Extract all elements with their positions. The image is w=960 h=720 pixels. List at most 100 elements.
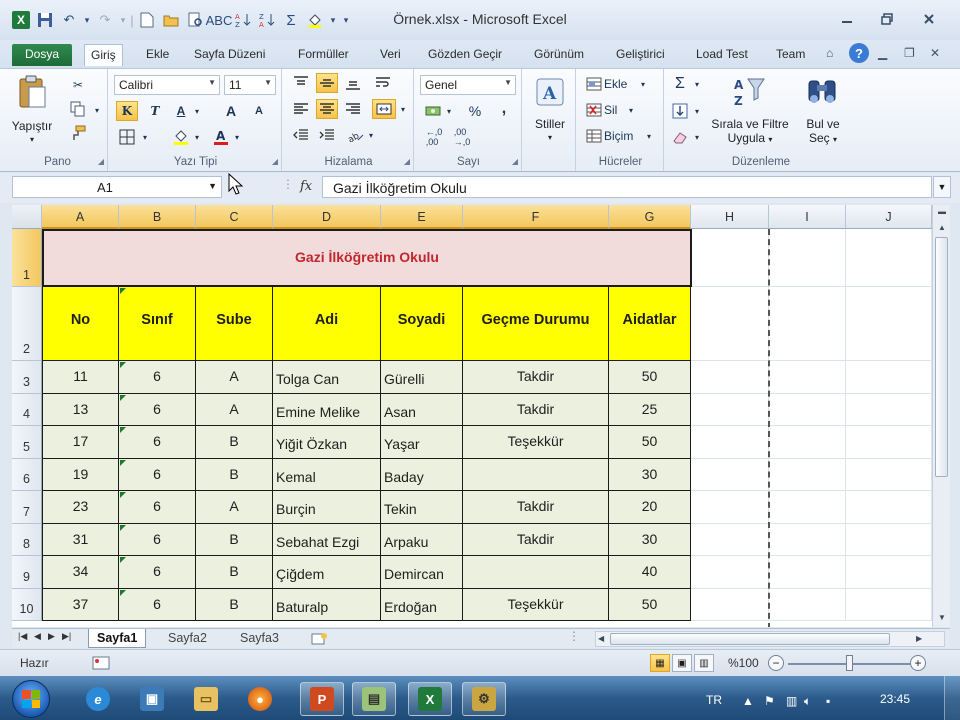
tab-data[interactable]: Veri xyxy=(374,44,407,66)
select-all-corner[interactable] xyxy=(12,205,42,229)
copy-icon[interactable] xyxy=(66,99,90,119)
cell-no[interactable]: 11 xyxy=(42,361,119,394)
empty-cell[interactable] xyxy=(691,588,769,621)
macro-record-icon[interactable] xyxy=(92,655,112,671)
network-icon[interactable]: ▥ xyxy=(786,694,797,708)
font-launcher-icon[interactable]: ◢ xyxy=(272,157,278,166)
delete-cells-icon[interactable] xyxy=(584,101,604,119)
empty-cell[interactable] xyxy=(769,556,846,589)
tab-home[interactable]: Giriş xyxy=(84,44,123,66)
cell-sinif[interactable]: 6 xyxy=(119,588,196,621)
cell-no[interactable]: 34 xyxy=(42,556,119,589)
cell-no[interactable]: 13 xyxy=(42,393,119,426)
paste-icon[interactable] xyxy=(12,73,52,113)
format-dropdown-icon[interactable]: ▾ xyxy=(644,130,654,142)
column-header[interactable]: G xyxy=(609,205,691,229)
cell-sube[interactable]: A xyxy=(196,361,273,394)
cell-no[interactable]: 37 xyxy=(42,588,119,621)
find-select-label[interactable]: Bul ve xyxy=(798,117,848,131)
column-header[interactable]: E xyxy=(381,205,463,229)
italic-button[interactable]: T xyxy=(144,101,166,121)
grow-font-button[interactable]: A xyxy=(220,101,242,121)
row-header[interactable]: 10 xyxy=(12,588,42,621)
align-right-icon[interactable] xyxy=(342,99,364,119)
insert-function-button[interactable]: fx xyxy=(300,179,312,194)
cell-sube[interactable]: A xyxy=(196,393,273,426)
align-bottom-icon[interactable] xyxy=(342,73,364,93)
header-cell-sube[interactable]: Sube xyxy=(196,287,273,361)
sort-filter-label-2[interactable]: Uygula ▾ xyxy=(702,131,798,147)
bold-button[interactable]: K xyxy=(116,101,138,121)
cell-sube[interactable]: B xyxy=(196,556,273,589)
empty-cell[interactable] xyxy=(769,393,846,426)
empty-cell[interactable] xyxy=(846,426,932,459)
align-left-icon[interactable] xyxy=(290,99,312,119)
merge-center-icon[interactable] xyxy=(372,99,396,119)
tab-insert[interactable]: Ekle xyxy=(140,44,175,66)
scroll-right-icon[interactable]: ▶ xyxy=(916,634,922,643)
font-name-select[interactable]: Calibri ▼ xyxy=(114,75,220,95)
minimize-ribbon-icon[interactable]: ⌂ xyxy=(826,46,833,60)
last-sheet-icon[interactable]: ▶| xyxy=(62,631,71,642)
currency-dropdown-icon[interactable]: ▾ xyxy=(444,104,454,118)
row-header[interactable]: 2 xyxy=(12,287,42,361)
column-header[interactable]: D xyxy=(273,205,381,229)
cell-adi[interactable]: Baturalp xyxy=(273,588,381,621)
clipboard-launcher-icon[interactable]: ◢ xyxy=(98,157,104,166)
empty-cell[interactable] xyxy=(769,458,846,491)
scroll-split-icon[interactable]: ▬ xyxy=(938,207,946,216)
font-color-dropdown-icon[interactable]: ▾ xyxy=(232,130,242,144)
empty-cell[interactable] xyxy=(691,458,769,491)
paste-label[interactable]: Yapıştır xyxy=(8,119,56,133)
clock[interactable]: 23:45 xyxy=(880,692,910,706)
cell-adi[interactable]: Kemal xyxy=(273,458,381,491)
column-header[interactable]: J xyxy=(846,205,932,229)
cell-no[interactable]: 19 xyxy=(42,458,119,491)
cell-adi[interactable]: Çiğdem xyxy=(273,556,381,589)
scroll-up-icon[interactable]: ▲ xyxy=(938,223,946,232)
empty-cell[interactable] xyxy=(846,556,932,589)
scroll-down-icon[interactable]: ▼ xyxy=(938,613,946,622)
empty-cell[interactable] xyxy=(691,393,769,426)
zoom-in-icon[interactable]: + xyxy=(910,655,926,671)
zoom-out-icon[interactable]: − xyxy=(768,655,784,671)
styles-icon[interactable]: A xyxy=(532,73,568,111)
cell-sinif[interactable]: 6 xyxy=(119,458,196,491)
empty-cell[interactable] xyxy=(769,287,846,361)
styles-label[interactable]: Stiller xyxy=(524,117,576,131)
tab-view[interactable]: Görünüm xyxy=(528,44,590,66)
prev-sheet-icon[interactable]: ◀ xyxy=(34,631,41,642)
empty-cell[interactable] xyxy=(846,393,932,426)
tab-file[interactable]: Dosya xyxy=(12,44,72,66)
fill-dropdown-icon[interactable]: ▾ xyxy=(692,104,702,118)
empty-cell[interactable] xyxy=(769,523,846,556)
empty-cell[interactable] xyxy=(846,458,932,491)
empty-cell[interactable] xyxy=(846,287,932,361)
sort-filter-label[interactable]: Sırala ve Filtre xyxy=(702,117,798,131)
paste-dropdown-icon[interactable]: ▾ xyxy=(22,133,42,147)
cut-icon[interactable]: ✂ xyxy=(66,75,90,95)
row-header[interactable]: 8 xyxy=(12,523,42,556)
format-cells-icon[interactable] xyxy=(584,127,604,145)
currency-icon[interactable] xyxy=(422,101,444,121)
cell-sinif[interactable]: 6 xyxy=(119,426,196,459)
cell-soyadi[interactable]: Baday xyxy=(381,458,463,491)
cell-sinif[interactable]: 6 xyxy=(119,556,196,589)
normal-view-icon[interactable]: ▦ xyxy=(650,654,670,672)
cell-sube[interactable]: B xyxy=(196,458,273,491)
doc-minimize-icon[interactable]: ▁ xyxy=(878,46,887,60)
header-cell-adi[interactable]: Adi xyxy=(273,287,381,361)
cell-adi[interactable]: Yiğit Özkan xyxy=(273,426,381,459)
fill-color-icon[interactable] xyxy=(170,127,192,147)
empty-cell[interactable] xyxy=(691,426,769,459)
tab-load-test[interactable]: Load Test xyxy=(690,44,754,66)
minimize-icon[interactable] xyxy=(832,8,862,30)
empty-cell[interactable] xyxy=(769,588,846,621)
doc-restore-icon[interactable]: ❐ xyxy=(904,46,915,60)
notepad-icon[interactable]: ▤ xyxy=(352,682,396,716)
comma-style-button[interactable]: , xyxy=(494,99,514,119)
copy-dropdown-icon[interactable]: ▾ xyxy=(92,103,102,117)
format-painter-icon[interactable] xyxy=(66,123,90,143)
excel-taskbar-icon[interactable]: X xyxy=(408,682,452,716)
tab-developer[interactable]: Geliştirici xyxy=(610,44,671,66)
